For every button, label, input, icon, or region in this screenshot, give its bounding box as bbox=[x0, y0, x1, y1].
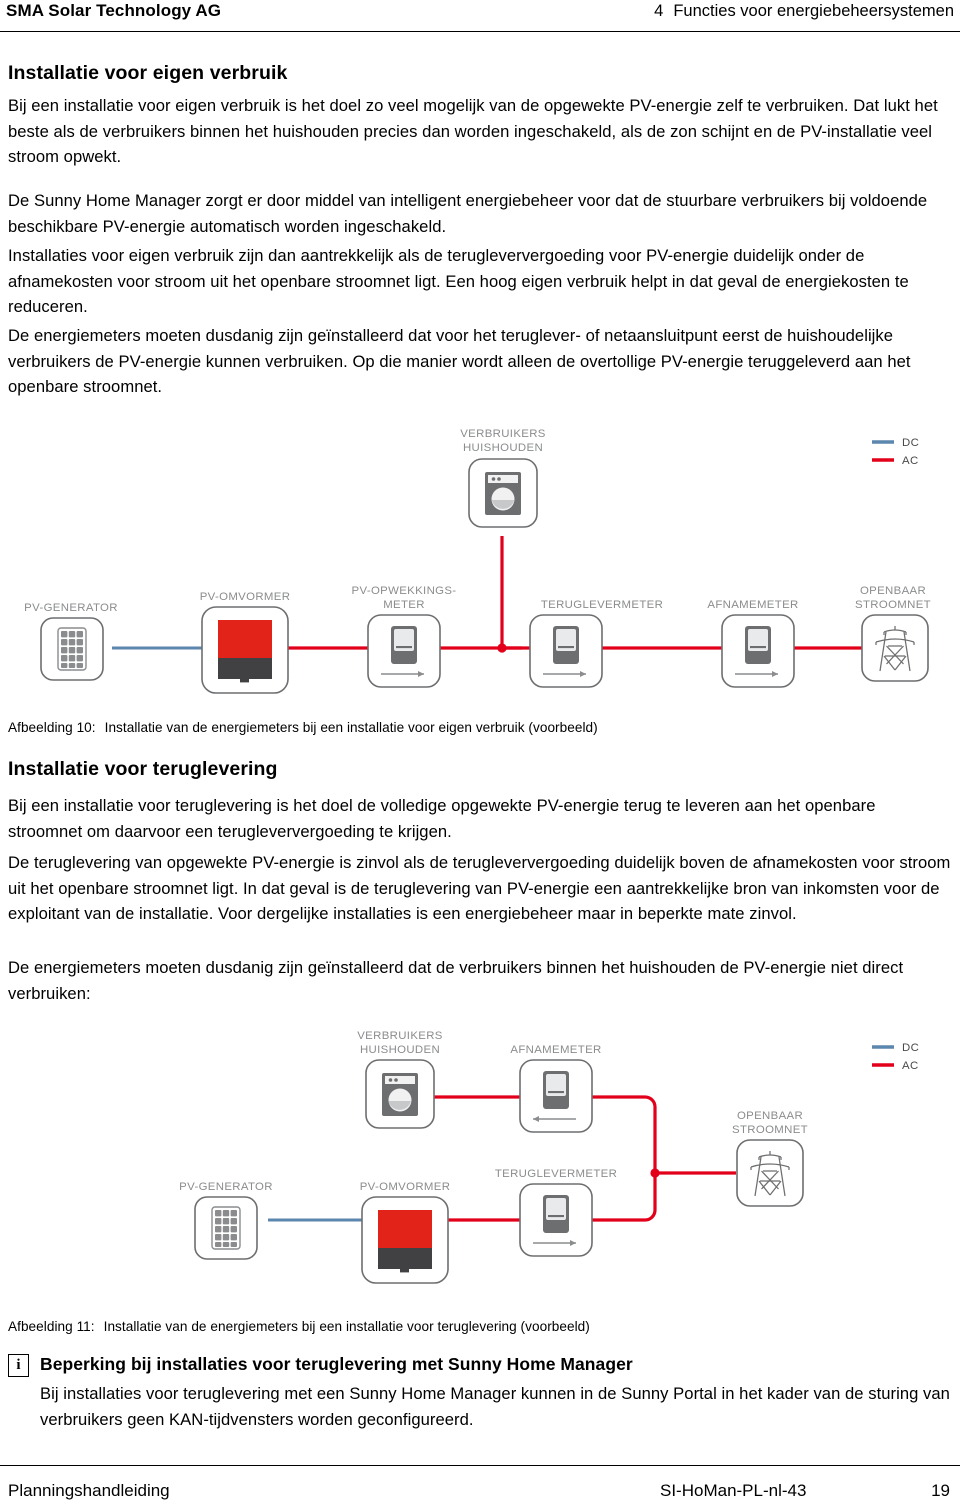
washing-machine-icon bbox=[485, 472, 521, 515]
header-company: SMA Solar Technology AG bbox=[6, 1, 222, 20]
ac-wire-feedin-meter-to-bus bbox=[592, 1174, 657, 1222]
node-consumption-meter: AFNAMEMETER bbox=[510, 1044, 601, 1133]
ac-wire-consumption-meter-to-bus bbox=[592, 1095, 657, 1172]
washing-machine-icon bbox=[382, 1073, 418, 1116]
paragraph: De teruglevering van opgewekte PV-energi… bbox=[8, 853, 951, 923]
node-frame bbox=[736, 1139, 804, 1207]
node-pv-inverter: PV-OMVORMER bbox=[200, 591, 291, 694]
node-label-line1: VERBRUIKERS bbox=[357, 1030, 443, 1042]
legend-dc-label: DC bbox=[902, 437, 919, 449]
header-section: 4 Functies voor energiebeheersystemen bbox=[654, 0, 954, 22]
info-icon: i bbox=[8, 1354, 29, 1377]
node-label: AFNAMEMETER bbox=[707, 599, 798, 611]
node-label-line1: VERBRUIKERS bbox=[460, 428, 546, 440]
node-label-line2: STROOMNET bbox=[855, 599, 931, 611]
node-feed-in-meter: TERUGLEVERMETER bbox=[495, 1168, 617, 1257]
figure-11-number: Afbeelding 11: bbox=[8, 1319, 95, 1334]
node-feed-in-meter: TERUGLEVERMETER bbox=[529, 599, 663, 688]
figure-11-caption: Afbeelding 11: Installatie van de energie… bbox=[8, 1317, 952, 1337]
legend-ac-label: AC bbox=[902, 1060, 919, 1072]
node-label: PV-OMVORMER bbox=[360, 1181, 451, 1193]
node-label: PV-GENERATOR bbox=[179, 1181, 273, 1193]
node-public-grid: OPENBAAR STROOMNET bbox=[732, 1110, 808, 1207]
legend-ac-label: AC bbox=[902, 455, 919, 467]
paragraph: De energiemeters moeten dusdanig zijn ge… bbox=[8, 958, 904, 1003]
figure-10-caption: Afbeelding 10: Installatie van de energie… bbox=[8, 718, 952, 738]
node-label-line1: OPENBAAR bbox=[860, 585, 926, 597]
footer-page-number: 19 bbox=[931, 1481, 950, 1500]
junction-dot bbox=[650, 1168, 660, 1178]
figure-11-legend: DC AC bbox=[872, 1042, 919, 1072]
inverter-icon bbox=[378, 1210, 432, 1273]
info-note: i Beperking bij installaties voor terugl… bbox=[8, 1352, 952, 1432]
inverter-icon bbox=[218, 620, 272, 683]
node-pv-generator: PV-GENERATOR bbox=[179, 1181, 273, 1260]
figure-10: DC AC PV-GENERATOR PV-OMVORMER PV-OPWEKK… bbox=[0, 418, 960, 700]
node-public-grid: OPENBAAR STROOMNET bbox=[855, 585, 931, 682]
node-frame bbox=[861, 614, 929, 682]
node-pv-inverter: PV-OMVORMER bbox=[360, 1181, 451, 1284]
node-household-loads: VERBRUIKERS HUISHOUDEN bbox=[460, 428, 546, 528]
paragraph: Installaties voor eigen verbruik zijn da… bbox=[8, 246, 909, 316]
node-label-line2: HUISHOUDEN bbox=[360, 1044, 440, 1056]
node-pv-production-meter: PV-OPWEKKINGS- METER bbox=[352, 585, 457, 688]
node-label: PV-GENERATOR bbox=[24, 602, 118, 614]
figure-10-caption-text: Installatie van de energiemeters bij een… bbox=[104, 720, 598, 735]
header-section-number: 4 bbox=[654, 2, 664, 20]
note-title: Beperking bij installaties voor teruglev… bbox=[40, 1354, 633, 1374]
node-consumption-meter: AFNAMEMETER bbox=[707, 599, 798, 688]
node-household-loads: VERBRUIKERS HUISHOUDEN bbox=[357, 1030, 443, 1129]
figure-11-caption-text: Installatie van de energiemeters bij een… bbox=[103, 1319, 590, 1334]
page-footer: Planningshandleiding SI-HoMan-PL-nl-43 1… bbox=[0, 1465, 960, 1509]
legend-dc-label: DC bbox=[902, 1042, 919, 1054]
junction-dot bbox=[497, 643, 507, 653]
node-label-line1: OPENBAAR bbox=[737, 1110, 803, 1122]
running-header: SMA Solar Technology AG 4 Functies voor e… bbox=[0, 0, 960, 32]
node-label-line2: STROOMNET bbox=[732, 1124, 808, 1136]
node-label-line1: PV-OPWEKKINGS- bbox=[352, 585, 457, 597]
document-page: SMA Solar Technology AG 4 Functies voor e… bbox=[0, 0, 960, 1509]
note-body: Bij installaties voor teruglevering met … bbox=[40, 1384, 950, 1429]
footer-document-code: SI-HoMan-PL-nl-43 bbox=[660, 1481, 807, 1500]
paragraph: Bij een installatie voor teruglevering i… bbox=[8, 796, 876, 841]
node-label: PV-OMVORMER bbox=[200, 591, 291, 603]
paragraph: De Sunny Home Manager zorgt er door midd… bbox=[8, 191, 928, 236]
node-label-line2: METER bbox=[383, 599, 425, 611]
solar-panel-icon bbox=[211, 1206, 241, 1250]
paragraph: Bij een installatie voor eigen verbruik … bbox=[8, 96, 938, 166]
header-section-title: Functies voor energiebeheersystemen bbox=[673, 2, 954, 20]
node-label: TERUGLEVERMETER bbox=[495, 1168, 617, 1180]
section-heading-teruglevering: Installatie voor teruglevering bbox=[8, 758, 278, 780]
figure-10-number: Afbeelding 10: bbox=[8, 720, 96, 735]
figure-11: DC AC VERBRUIKERS HUISHOUDEN AFNAMEMETER… bbox=[0, 1022, 960, 1312]
section-heading-eigen-verbruik: Installatie voor eigen verbruik bbox=[8, 62, 288, 84]
node-label: AFNAMEMETER bbox=[510, 1044, 601, 1056]
node-pv-generator: PV-GENERATOR bbox=[24, 602, 118, 681]
node-label-line2: HUISHOUDEN bbox=[463, 442, 543, 454]
paragraph: De energiemeters moeten dusdanig zijn ge… bbox=[8, 326, 911, 396]
footer-document-title: Planningshandleiding bbox=[8, 1481, 170, 1500]
node-label: TERUGLEVERMETER bbox=[541, 599, 663, 611]
solar-panel-icon bbox=[57, 627, 87, 671]
figure-10-legend: DC AC bbox=[872, 437, 919, 467]
